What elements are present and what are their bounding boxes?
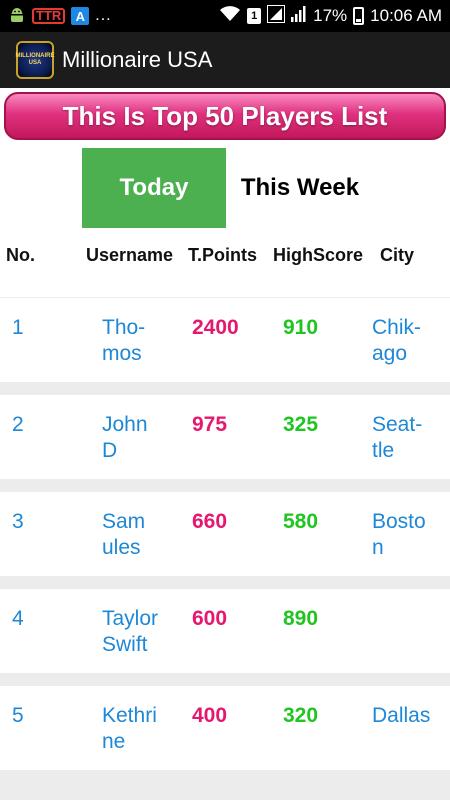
signal-sim2-icon <box>291 5 307 28</box>
status-bar: TTR A ... 1 17% 10:06 AM <box>0 0 450 32</box>
table-row[interactable]: 4 Taylor Swift 600 890 <box>0 589 450 673</box>
status-bar-right: 1 17% 10:06 AM <box>219 4 442 28</box>
highscore: 580 <box>283 510 319 533</box>
total-points: 660 <box>192 510 228 533</box>
top-players-banner: This Is Top 50 Players List <box>4 92 446 140</box>
app-notification-icon: A <box>71 7 90 25</box>
banner-container: This Is Top 50 Players List <box>0 88 450 146</box>
more-notifications-icon: ... <box>95 7 112 24</box>
app-logo: MILLIONAIRE USA <box>16 41 55 79</box>
app-bar: MILLIONAIRE USA Millionaire USA <box>0 32 450 88</box>
username: Tho-mos <box>102 316 146 365</box>
table-header: No. Username T.Points HighScore City <box>0 229 450 297</box>
header-highscore: HighScore <box>273 245 364 265</box>
rank: 4 <box>12 607 24 630</box>
city <box>372 606 444 632</box>
header-total-points: T.Points <box>188 245 258 265</box>
highscore: 325 <box>283 413 319 436</box>
total-points: 600 <box>192 607 228 630</box>
table-row[interactable]: 3 Sam ules 660 580 Bosto n <box>0 492 450 576</box>
app-title: Millionaire USA <box>62 47 213 72</box>
highscore: 910 <box>283 316 319 339</box>
android-debug-icon <box>8 7 26 25</box>
ttr-notification-icon: TTR <box>32 8 66 24</box>
header-username: Username <box>86 245 174 265</box>
tab-bar: Today This Week <box>0 146 450 229</box>
username: Kethri ne <box>102 704 157 753</box>
rank: 2 <box>12 413 24 436</box>
total-points: 975 <box>192 413 228 436</box>
table-row[interactable]: 1 Tho-mos 2400 910 Chik-ago <box>0 298 450 382</box>
username: John D <box>102 413 148 462</box>
sim-slot-icon: 1 <box>247 8 262 24</box>
table-row[interactable]: 5 Kethri ne 400 320 Dallas <box>0 686 450 770</box>
status-bar-left: TTR A ... <box>8 7 112 25</box>
rank: 3 <box>12 510 24 533</box>
tab-this-week[interactable]: This Week <box>226 148 374 228</box>
battery-icon <box>353 7 365 25</box>
highscore: 320 <box>283 704 319 727</box>
username: Taylor Swift <box>102 607 159 656</box>
rank: 1 <box>12 316 24 339</box>
city: Dallas <box>372 704 431 727</box>
table-row[interactable]: 2 John D 975 325 Seat-tle <box>0 395 450 479</box>
signal-sim1-icon <box>267 4 286 28</box>
tab-today[interactable]: Today <box>82 148 226 228</box>
header-no: No. <box>6 245 35 265</box>
username: Sam ules <box>102 510 146 559</box>
rank: 5 <box>12 704 24 727</box>
header-city: City <box>380 245 415 265</box>
city: Bosto n <box>372 510 426 559</box>
city: Seat-tle <box>372 413 423 462</box>
clock: 10:06 AM <box>370 6 442 25</box>
total-points: 400 <box>192 704 228 727</box>
battery-percent: 17% <box>313 6 348 25</box>
wifi-icon <box>219 5 241 28</box>
total-points: 2400 <box>192 316 239 339</box>
city: Chik-ago <box>372 316 422 365</box>
highscore: 890 <box>283 607 319 630</box>
